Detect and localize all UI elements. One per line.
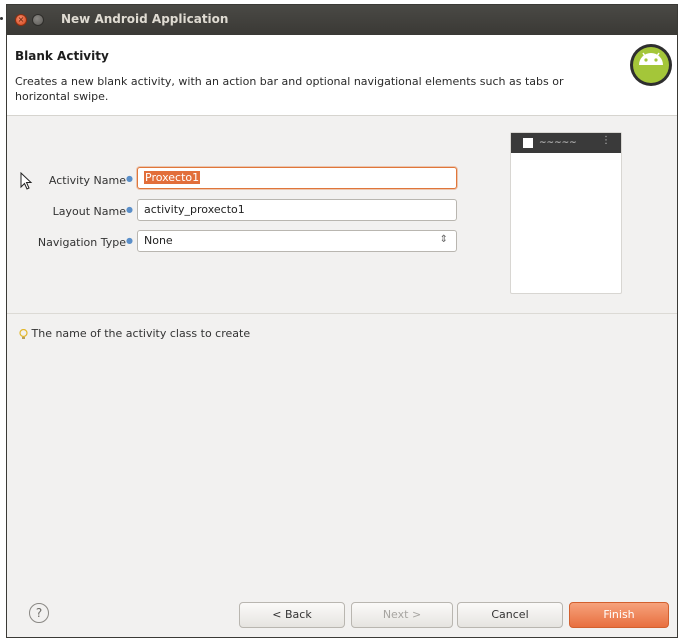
preview-action-bar: ~~~~~ ⋮ — [511, 133, 621, 153]
android-logo — [630, 44, 672, 86]
hint-message: The name of the activity class to create — [19, 327, 250, 340]
overflow-menu-icon: ⋮ — [601, 135, 611, 146]
navigation-type-value: None — [144, 234, 173, 247]
layout-preview: ~~~~~ ⋮ — [510, 132, 622, 294]
separator — [7, 313, 677, 314]
hint-text: The name of the activity class to create — [31, 327, 251, 340]
help-icon[interactable]: ? — [29, 603, 49, 623]
back-button[interactable]: < Back — [239, 602, 345, 628]
activity-name-value: Proxecto1 — [144, 171, 201, 184]
activity-name-input[interactable]: Proxecto1 — [137, 167, 457, 189]
mouse-cursor-icon — [20, 172, 33, 190]
select-arrow-icon: ⇕ — [439, 234, 448, 245]
title-bar: × New Android Application — [7, 5, 677, 35]
close-button[interactable]: × — [15, 14, 27, 26]
bullet-dot — [0, 17, 3, 20]
navigation-type-select[interactable]: None ⇕ — [137, 230, 457, 252]
page-title: Blank Activity — [15, 49, 109, 63]
layout-name-input[interactable]: activity_proxecto1 — [137, 199, 457, 221]
layout-name-label: Layout Name● — [52, 205, 133, 218]
layout-name-value: activity_proxecto1 — [144, 203, 245, 216]
next-button[interactable]: Next > — [351, 602, 453, 628]
window-title: New Android Application — [61, 12, 229, 26]
preview-app-icon — [523, 138, 533, 148]
cancel-button[interactable]: Cancel — [457, 602, 563, 628]
page-description: Creates a new blank activity, with an ac… — [15, 75, 564, 103]
wizard-header: Blank Activity Creates a new blank activ… — [7, 35, 677, 116]
lightbulb-icon — [19, 328, 28, 339]
navigation-type-label: Navigation Type● — [37, 236, 133, 249]
minimize-button[interactable] — [32, 14, 44, 26]
preview-title-icon: ~~~~~ — [539, 138, 577, 148]
activity-name-label: Activity Name● — [48, 174, 133, 187]
dialog-window: × New Android Application Blank Activity… — [6, 4, 678, 638]
finish-button[interactable]: Finish — [569, 602, 669, 628]
